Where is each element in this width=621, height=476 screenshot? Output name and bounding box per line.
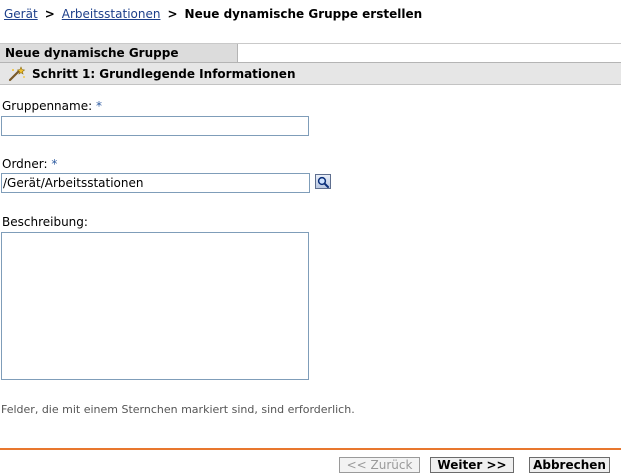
breadcrumb: Gerät > Arbeitsstationen > Neue dynamisc… [4, 6, 422, 22]
panel-header: Neue dynamische Gruppe erstellen Schritt… [0, 43, 621, 85]
magnifier-icon [317, 176, 329, 188]
required-marker: * [51, 157, 58, 171]
description-label: Beschreibung: [2, 215, 88, 230]
description-textarea[interactable] [1, 232, 309, 380]
folder-input[interactable] [1, 173, 310, 193]
breadcrumb-separator: > [44, 7, 55, 21]
group-name-input[interactable] [1, 116, 309, 136]
folder-label-text: Ordner: [2, 157, 48, 171]
next-button[interactable]: Weiter >> [430, 457, 514, 473]
group-name-label: Gruppenname: * [2, 99, 102, 114]
folder-browse-button[interactable] [315, 174, 331, 189]
required-marker: * [95, 99, 102, 113]
breadcrumb-link-arbeitsstationen[interactable]: Arbeitsstationen [62, 7, 161, 21]
panel-title-filler [238, 44, 621, 63]
back-button[interactable]: << Zurück [339, 457, 420, 473]
footer-divider [0, 448, 621, 450]
required-fields-note: Felder, die mit einem Sternchen markiert… [1, 403, 355, 416]
breadcrumb-separator: > [167, 7, 178, 21]
step-label: Schritt 1: Grundlegende Informationen [32, 66, 296, 81]
description-label-text: Beschreibung: [2, 215, 88, 229]
step-bar: Schritt 1: Grundlegende Informationen [0, 63, 621, 85]
folder-label: Ordner: * [2, 157, 57, 172]
breadcrumb-link-geraet[interactable]: Gerät [4, 7, 38, 21]
panel-title: Neue dynamische Gruppe erstellen [0, 44, 238, 78]
breadcrumb-current: Neue dynamische Gruppe erstellen [184, 7, 423, 21]
group-name-label-text: Gruppenname: [2, 99, 93, 113]
wizard-wand-icon [8, 65, 26, 81]
cancel-button[interactable]: Abbrechen [529, 457, 610, 473]
